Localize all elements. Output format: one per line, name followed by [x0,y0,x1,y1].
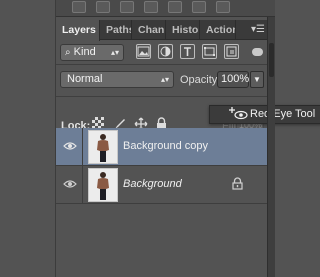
layer-row-background-copy[interactable]: Background copy [56,128,267,166]
document-canvas-area [0,0,56,277]
divider [56,64,267,65]
adjustment-filter-icon[interactable] [158,44,173,59]
person-photo-thumbnail-icon [89,131,117,163]
tab-channels[interactable]: Chann [132,20,166,40]
tool-tooltip: Red Eye Tool [209,105,320,124]
person-photo-thumbnail-icon [89,169,117,201]
tab-layers[interactable]: Layers [56,20,100,41]
red-eye-cursor-icon [229,107,248,120]
visibility-eye-icon[interactable] [63,141,77,151]
tooltip-text: Red Eye Tool [250,108,316,120]
panel-scrollbar[interactable] [267,17,275,277]
blend-mode-value: Normal [67,73,103,85]
panel-strip-button-icon[interactable] [120,1,134,13]
type-filter-icon[interactable] [180,44,195,59]
layer-name[interactable]: Background copy [123,140,208,152]
shape-filter-icon[interactable] [202,44,217,59]
visibility-eye-icon[interactable] [63,179,77,189]
select-arrows-icon: ▴▾ [110,48,119,57]
opacity-value: 100% [221,73,250,85]
panel-strip-button-icon[interactable] [168,1,182,13]
blend-mode-select[interactable]: Normal ▴▾ [60,71,174,88]
select-arrows-icon: ▴▾ [160,75,169,84]
layer-thumbnail[interactable] [88,168,118,202]
layers-panel: Layers Paths Chann Histor Action ▾☰ ⌕ Ki… [56,17,320,277]
filter-kind-select[interactable]: ⌕ Kind ▴▾ [60,44,124,61]
layer-name[interactable]: Background [123,178,182,190]
eye-column-divider [82,166,83,204]
opacity-input[interactable]: 100% [217,71,249,88]
panel-strip-button-icon[interactable] [96,1,110,13]
chevron-down-icon: ▼ [253,75,261,84]
layer-row-background[interactable]: Background [56,166,267,204]
eye-column-divider [82,128,83,166]
divider [56,96,267,97]
panel-strip-button-icon[interactable] [144,1,158,13]
tab-actions[interactable]: Action [200,20,236,40]
panel-menu-icon[interactable]: ▾☰ [251,24,265,35]
panel-strip-button-icon[interactable] [192,1,206,13]
layer-thumbnail[interactable] [88,130,118,164]
scrollbar-thumb[interactable] [269,43,274,77]
tab-history[interactable]: Histor [166,20,200,40]
opacity-dropdown-button[interactable]: ▼ [250,71,264,88]
panel-tab-bar: Layers Paths Chann Histor Action ▾☰ [56,20,267,41]
smart-object-filter-icon[interactable] [224,44,239,59]
filter-kind-label: Kind [73,46,96,58]
search-icon: ⌕ [65,47,71,58]
filter-toggle-switch[interactable] [252,48,263,56]
panel-strip-button-icon[interactable] [216,1,230,13]
image-filter-icon[interactable] [136,44,151,59]
opacity-label: Opacity: [180,74,221,86]
tab-paths[interactable]: Paths [100,20,132,40]
top-panel-strip [56,0,275,17]
panel-strip-button-icon[interactable] [72,1,86,13]
layer-lock-icon [232,177,243,190]
